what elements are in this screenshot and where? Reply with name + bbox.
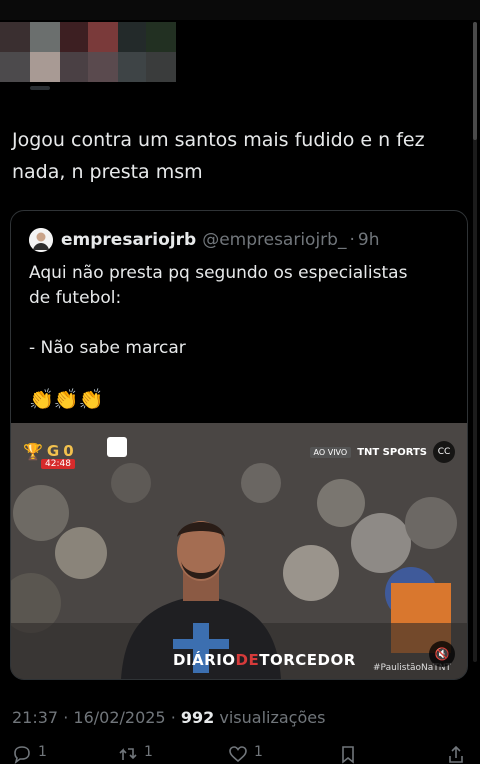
opponent-badge-icon (107, 437, 127, 457)
tweet-date[interactable]: 16/02/2025 (73, 708, 165, 727)
captions-icon[interactable]: CC (433, 441, 455, 463)
mute-icon[interactable]: 🔇 (429, 641, 455, 667)
quoted-text-line (29, 311, 459, 336)
avatar-person-icon (29, 228, 53, 252)
separator-dot: · (63, 708, 69, 727)
retweet-button[interactable]: 1 (118, 744, 153, 764)
like-button[interactable]: 1 (228, 744, 263, 764)
quoted-author-handle[interactable]: @empresariojrb_ (202, 230, 346, 250)
blurred-author-area (0, 22, 176, 82)
avatar[interactable] (29, 228, 53, 252)
match-clock: 42:48 (41, 459, 75, 469)
quoted-author-name[interactable]: empresariojrb (61, 230, 196, 250)
scrollbar[interactable] (473, 22, 477, 662)
watermark-part: DIÁRIO (173, 651, 236, 669)
tweet-metadata: 21:37 · 16/02/2025 · 992 visualizações (12, 708, 325, 727)
separator-dot: · (349, 230, 355, 250)
live-tag: AO VIVO (309, 446, 352, 458)
player-figure (101, 473, 301, 679)
tweet-text-line: Jogou contra um santos mais fudido e n f… (12, 129, 425, 151)
heart-icon (229, 746, 247, 763)
bookmark-button[interactable] (338, 744, 358, 764)
watermark: DIÁRIODETORCEDOR (173, 651, 356, 669)
quoted-text-line: Aqui não presta pq segundo os especialis… (29, 263, 408, 283)
separator-dot: · (170, 708, 176, 727)
tweet-text-line: nada, n presta msm (12, 161, 203, 183)
tweet-actions: 1 1 1 (0, 744, 480, 764)
share-button[interactable] (446, 744, 466, 764)
watermark-part: DE (235, 651, 260, 669)
status-bar (0, 0, 480, 20)
broadcaster-overlay: AO VIVO TNT SPORTS CC (309, 441, 455, 463)
quoted-tweet-header: empresariojrb @empresariojrb_ · 9h (29, 227, 379, 253)
views-label: visualizações (219, 708, 326, 727)
reply-count: 1 (38, 744, 47, 760)
reply-icon (14, 746, 30, 764)
scrollbar-thumb[interactable] (473, 22, 477, 140)
blurred-strip (30, 86, 50, 90)
broadcaster-logo: TNT SPORTS (357, 446, 427, 458)
share-icon (449, 745, 463, 763)
views-count: 992 (180, 708, 215, 727)
quoted-text-line: de futebol: (29, 288, 122, 308)
clapping-hands-emojis: 👏👏👏 (29, 387, 104, 411)
player-silhouette-icon (121, 521, 281, 679)
bookmark-icon (342, 746, 354, 764)
tweet-time[interactable]: 21:37 (12, 708, 58, 727)
quoted-tweet-text: Aqui não presta pq segundo os especialis… (29, 261, 459, 361)
retweet-count: 1 (144, 744, 153, 760)
retweet-icon (119, 748, 137, 760)
quoted-time[interactable]: 9h (358, 230, 380, 250)
trophy-icon: 🏆 (23, 441, 43, 461)
team-abbr: G (46, 442, 60, 460)
like-count: 1 (254, 744, 263, 760)
tweet-text: Jogou contra um santos mais fudido e n f… (12, 124, 470, 188)
reply-button[interactable]: 1 (12, 744, 47, 764)
video-player[interactable]: 🏆 G 0 42:48 AO VIVO TNT SPORTS CC DIÁRIO… (11, 423, 467, 679)
quoted-tweet-card[interactable]: empresariojrb @empresariojrb_ · 9h Aqui … (10, 210, 468, 680)
quoted-text-line: - Não sabe marcar (29, 338, 186, 358)
watermark-part: TORCEDOR (259, 651, 356, 669)
team-score: 0 (63, 442, 74, 460)
